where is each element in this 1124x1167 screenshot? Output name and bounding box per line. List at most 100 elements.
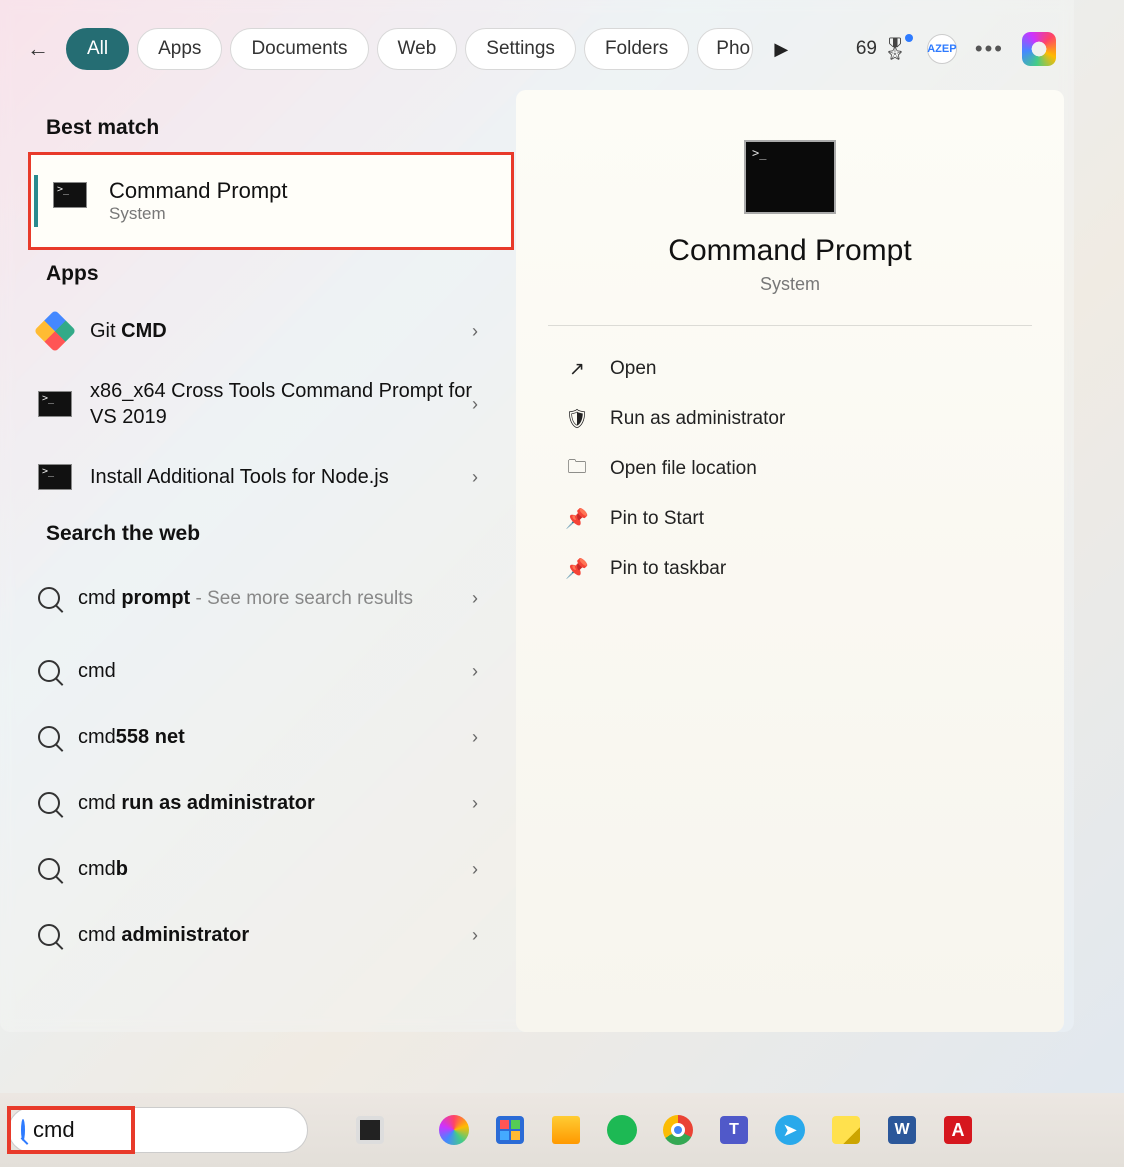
start-search-panel: ← All Apps Documents Web Settings Folder… bbox=[0, 0, 1074, 1032]
taskbar-search-wrap bbox=[8, 1107, 308, 1153]
shield-icon: 🛡 bbox=[566, 408, 588, 430]
taskbar-store[interactable] bbox=[488, 1108, 532, 1152]
chevron-right-icon: › bbox=[472, 661, 478, 682]
teams-icon: T bbox=[720, 1116, 748, 1144]
taskbar-chrome[interactable] bbox=[656, 1108, 700, 1152]
copilot-icon[interactable] bbox=[1022, 32, 1056, 66]
word-icon: W bbox=[888, 1116, 916, 1144]
result-title: x86_x64 Cross Tools Command Prompt for V… bbox=[90, 378, 472, 430]
arrow-left-icon: ← bbox=[27, 36, 49, 62]
action-pin-start[interactable]: 📌 Pin to Start bbox=[548, 494, 1032, 544]
chevron-right-icon: › bbox=[472, 588, 478, 609]
taskbar-spotify[interactable] bbox=[600, 1108, 644, 1152]
tab-photos[interactable]: Pho bbox=[697, 28, 753, 70]
taskbar-search-box[interactable] bbox=[8, 1107, 308, 1153]
terminal-icon bbox=[53, 182, 87, 208]
results-list: Best match Command Prompt System Apps Gi… bbox=[0, 90, 516, 1032]
rewards-score[interactable]: 69 🎖 bbox=[856, 36, 909, 62]
result-title: cmd558 net bbox=[78, 726, 472, 749]
taskbar-acrobat[interactable]: A bbox=[936, 1108, 980, 1152]
taskbar-telegram[interactable]: ➤ bbox=[768, 1108, 812, 1152]
acrobat-icon: A bbox=[944, 1116, 972, 1144]
pin-icon: 📌 bbox=[566, 508, 588, 530]
task-view-icon bbox=[356, 1116, 384, 1144]
chevron-right-icon: › bbox=[472, 859, 478, 880]
taskbar-sticky-notes[interactable] bbox=[824, 1108, 868, 1152]
search-icon bbox=[21, 1119, 25, 1141]
taskbar-explorer[interactable] bbox=[544, 1108, 588, 1152]
tab-apps[interactable]: Apps bbox=[137, 28, 222, 70]
git-icon bbox=[34, 310, 76, 352]
medal-icon: 🎖 bbox=[881, 36, 909, 62]
sticky-note-icon bbox=[832, 1116, 860, 1144]
result-subtitle: System bbox=[109, 204, 288, 224]
taskbar: T ➤ W A bbox=[0, 1093, 1124, 1167]
tab-documents[interactable]: Documents bbox=[230, 28, 368, 70]
store-icon bbox=[496, 1116, 524, 1144]
open-icon: ↗ bbox=[566, 358, 588, 380]
result-title: cmdb bbox=[78, 858, 472, 881]
taskbar-task-view[interactable] bbox=[348, 1108, 392, 1152]
separator bbox=[548, 325, 1032, 326]
taskbar-copilot[interactable] bbox=[432, 1108, 476, 1152]
search-icon bbox=[38, 924, 60, 946]
section-apps: Apps bbox=[6, 250, 516, 298]
action-pin-taskbar[interactable]: 📌 Pin to taskbar bbox=[548, 544, 1032, 594]
chevron-right-icon: › bbox=[472, 394, 478, 415]
more-tabs-button[interactable]: ▶ bbox=[761, 29, 801, 69]
chevron-right-icon: › bbox=[472, 793, 478, 814]
tab-settings[interactable]: Settings bbox=[465, 28, 576, 70]
chrome-icon bbox=[663, 1115, 693, 1145]
action-open[interactable]: ↗ Open bbox=[548, 344, 1032, 394]
result-app[interactable]: Install Additional Tools for Node.js › bbox=[16, 444, 506, 510]
result-app[interactable]: x86_x64 Cross Tools Command Prompt for V… bbox=[16, 364, 506, 444]
result-web[interactable]: cmd run as administrator › bbox=[16, 770, 506, 836]
result-web[interactable]: cmd prompt - See more search results › bbox=[16, 558, 506, 638]
search-input[interactable] bbox=[33, 1117, 321, 1143]
chevron-right-icon: › bbox=[472, 727, 478, 748]
result-app[interactable]: Git CMD › bbox=[16, 298, 506, 364]
tab-folders[interactable]: Folders bbox=[584, 28, 689, 70]
copilot-icon bbox=[439, 1115, 469, 1145]
ellipsis-icon: ••• bbox=[975, 36, 1004, 61]
play-icon: ▶ bbox=[774, 39, 788, 60]
tab-row-right: 69 🎖 AZEP ••• bbox=[856, 32, 1056, 66]
folder-icon: 🗀 bbox=[566, 458, 588, 480]
result-web[interactable]: cmd › bbox=[16, 638, 506, 704]
result-web[interactable]: cmdb › bbox=[16, 836, 506, 902]
result-web[interactable]: cmd administrator › bbox=[16, 902, 506, 968]
result-best-match[interactable]: Command Prompt System bbox=[28, 152, 514, 250]
search-icon bbox=[38, 660, 60, 682]
taskbar-word[interactable]: W bbox=[880, 1108, 924, 1152]
terminal-icon bbox=[38, 464, 72, 490]
filter-tab-row: ← All Apps Documents Web Settings Folder… bbox=[0, 0, 1074, 80]
tab-all[interactable]: All bbox=[66, 28, 129, 70]
back-button[interactable]: ← bbox=[18, 29, 58, 69]
detail-panel: Command Prompt System ↗ Open 🛡 Run as ad… bbox=[516, 90, 1064, 1032]
app-large-terminal-icon bbox=[744, 140, 836, 214]
detail-title: Command Prompt bbox=[548, 234, 1032, 268]
result-title: cmd bbox=[78, 660, 472, 683]
action-run-admin[interactable]: 🛡 Run as administrator bbox=[548, 394, 1032, 444]
tab-web[interactable]: Web bbox=[377, 28, 458, 70]
pin-icon: 📌 bbox=[566, 558, 588, 580]
result-title: cmd prompt - See more search results bbox=[78, 587, 472, 610]
search-icon bbox=[38, 587, 60, 609]
telegram-icon: ➤ bbox=[775, 1115, 805, 1145]
spotify-icon bbox=[607, 1115, 637, 1145]
result-web[interactable]: cmd558 net › bbox=[16, 704, 506, 770]
chevron-right-icon: › bbox=[472, 321, 478, 342]
options-button[interactable]: ••• bbox=[975, 36, 1004, 62]
result-title: Command Prompt bbox=[109, 178, 288, 204]
taskbar-teams[interactable]: T bbox=[712, 1108, 756, 1152]
section-web: Search the web bbox=[6, 510, 516, 558]
search-icon bbox=[38, 726, 60, 748]
user-avatar[interactable]: AZEP bbox=[927, 34, 957, 64]
terminal-icon bbox=[38, 391, 72, 417]
detail-subtitle: System bbox=[548, 274, 1032, 295]
section-best-match: Best match bbox=[6, 104, 516, 152]
action-open-location[interactable]: 🗀 Open file location bbox=[548, 444, 1032, 494]
folder-icon bbox=[552, 1116, 580, 1144]
search-icon bbox=[38, 858, 60, 880]
chevron-right-icon: › bbox=[472, 925, 478, 946]
